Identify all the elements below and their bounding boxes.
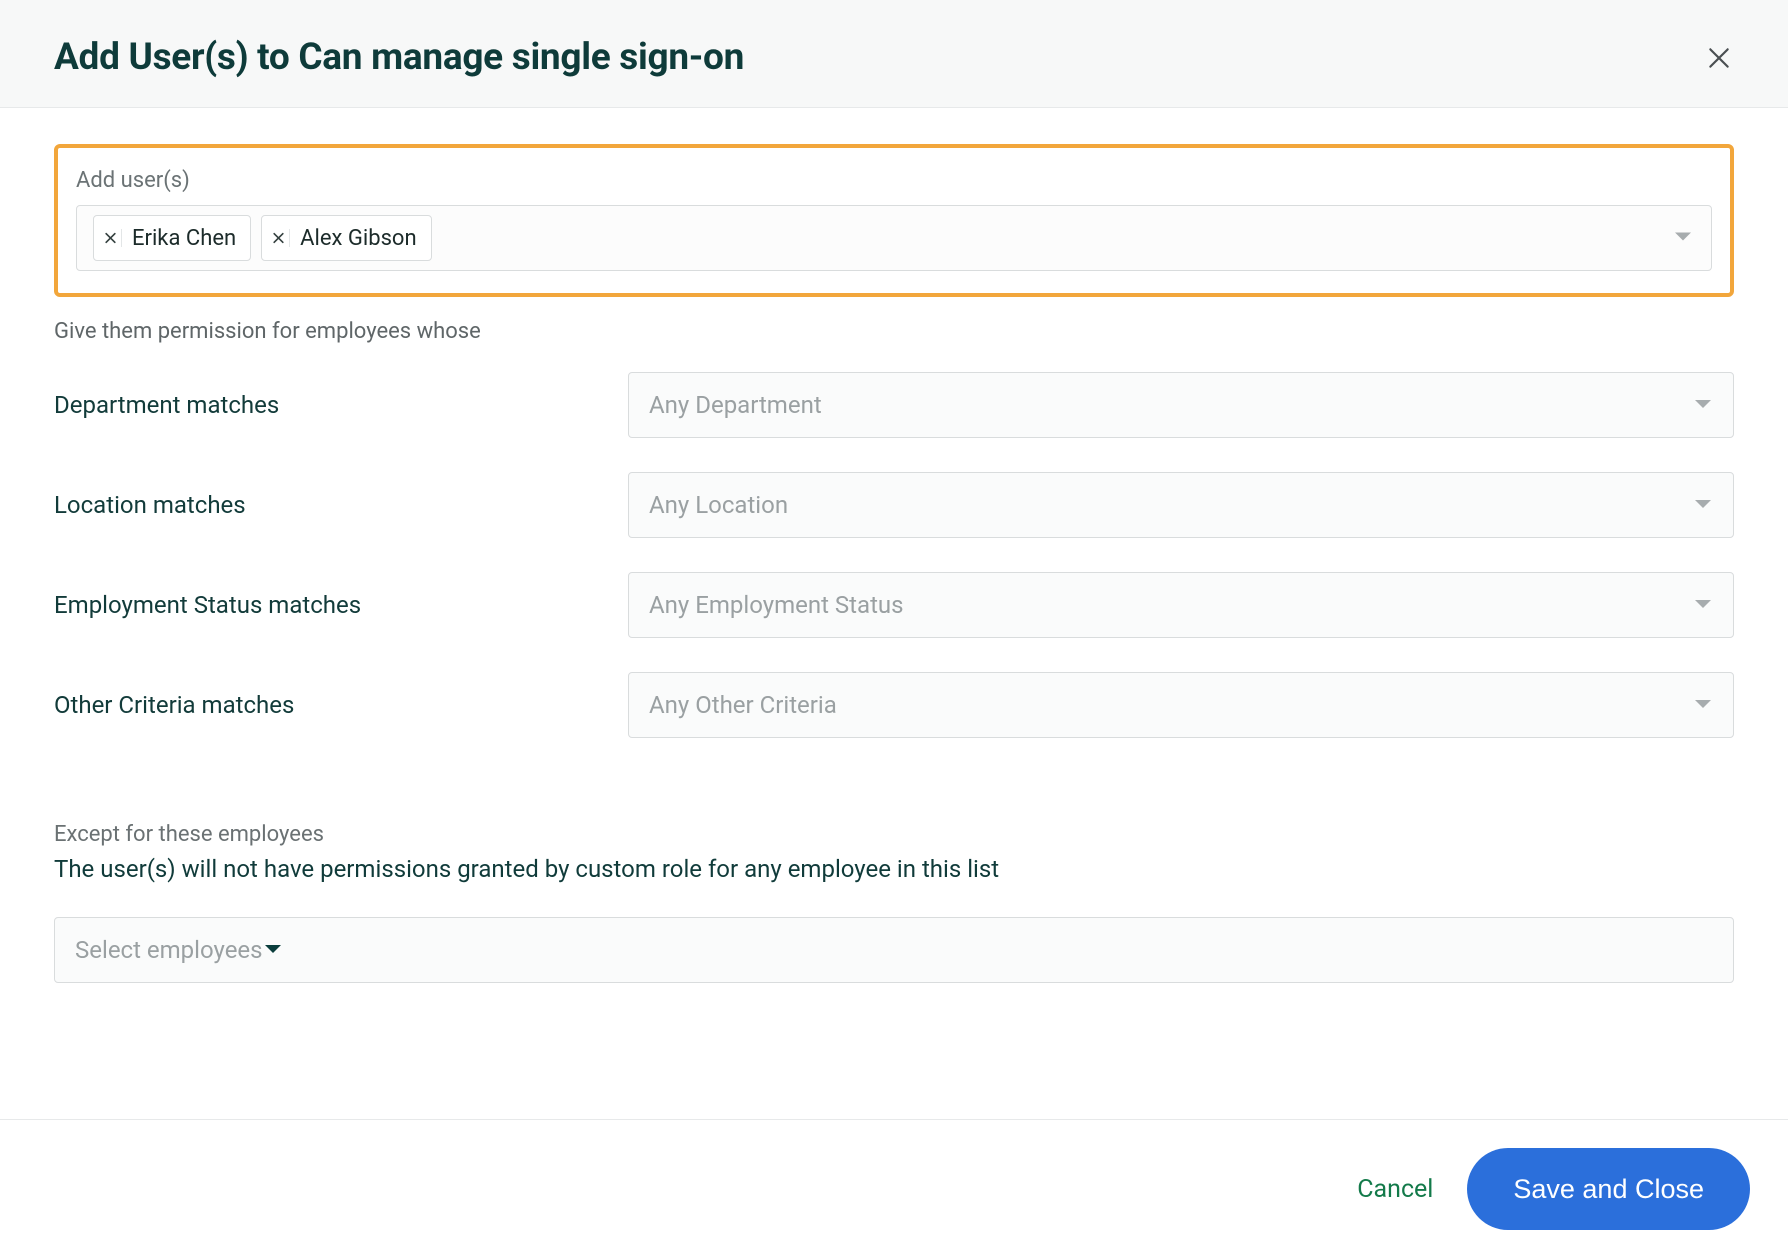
criteria-label: Other Criteria matches <box>54 691 628 719</box>
close-icon <box>272 231 285 245</box>
remove-chip-button[interactable] <box>104 229 122 247</box>
chip-label: Erika Chen <box>132 226 236 251</box>
except-employees-select[interactable]: Select employees <box>54 917 1734 983</box>
chip-label: Alex Gibson <box>300 226 416 251</box>
select-placeholder: Any Location <box>649 491 788 519</box>
criteria-label: Employment Status matches <box>54 591 628 619</box>
save-and-close-button[interactable]: Save and Close <box>1467 1148 1750 1230</box>
criteria-label: Department matches <box>54 391 628 419</box>
remove-chip-button[interactable] <box>272 229 290 247</box>
add-users-multiselect[interactable]: Erika Chen Alex Gibson <box>76 205 1712 271</box>
criteria-row-employment-status: Employment Status matches Any Employment… <box>54 572 1734 638</box>
criteria-label: Location matches <box>54 491 628 519</box>
department-select[interactable]: Any Department <box>628 372 1734 438</box>
employment-status-select[interactable]: Any Employment Status <box>628 572 1734 638</box>
except-description: The user(s) will not have permissions gr… <box>54 855 1734 883</box>
add-users-label: Add user(s) <box>76 168 1712 193</box>
chevron-down-icon <box>1693 396 1713 415</box>
modal-footer: Cancel Save and Close <box>0 1119 1788 1258</box>
criteria-row-department: Department matches Any Department <box>54 372 1734 438</box>
select-placeholder: Any Employment Status <box>649 591 904 619</box>
chevron-down-icon <box>1693 496 1713 515</box>
add-users-modal: Add User(s) to Can manage single sign-on… <box>0 0 1788 1258</box>
chevron-down-icon <box>1673 229 1693 248</box>
close-icon <box>104 231 117 245</box>
except-section: Except for these employees The user(s) w… <box>54 822 1734 983</box>
modal-title: Add User(s) to Can manage single sign-on <box>54 36 744 79</box>
add-users-section: Add user(s) Erika Chen Alex Gibson <box>54 144 1734 297</box>
cancel-button[interactable]: Cancel <box>1357 1175 1433 1204</box>
location-select[interactable]: Any Location <box>628 472 1734 538</box>
chevron-down-icon <box>263 941 283 960</box>
select-placeholder: Any Other Criteria <box>649 691 837 719</box>
user-chip: Alex Gibson <box>261 215 431 261</box>
chevron-down-icon <box>1693 596 1713 615</box>
close-button[interactable] <box>1704 43 1734 73</box>
select-placeholder: Select employees <box>75 936 263 964</box>
criteria-row-other: Other Criteria matches Any Other Criteri… <box>54 672 1734 738</box>
select-placeholder: Any Department <box>649 391 822 419</box>
other-criteria-select[interactable]: Any Other Criteria <box>628 672 1734 738</box>
permission-intro: Give them permission for employees whose <box>54 319 1734 344</box>
modal-header: Add User(s) to Can manage single sign-on <box>0 0 1788 108</box>
close-icon <box>1706 45 1732 71</box>
except-label: Except for these employees <box>54 822 1734 847</box>
user-chip: Erika Chen <box>93 215 251 261</box>
chevron-down-icon <box>1693 696 1713 715</box>
modal-body: Add user(s) Erika Chen Alex Gibson <box>0 108 1788 1119</box>
criteria-row-location: Location matches Any Location <box>54 472 1734 538</box>
